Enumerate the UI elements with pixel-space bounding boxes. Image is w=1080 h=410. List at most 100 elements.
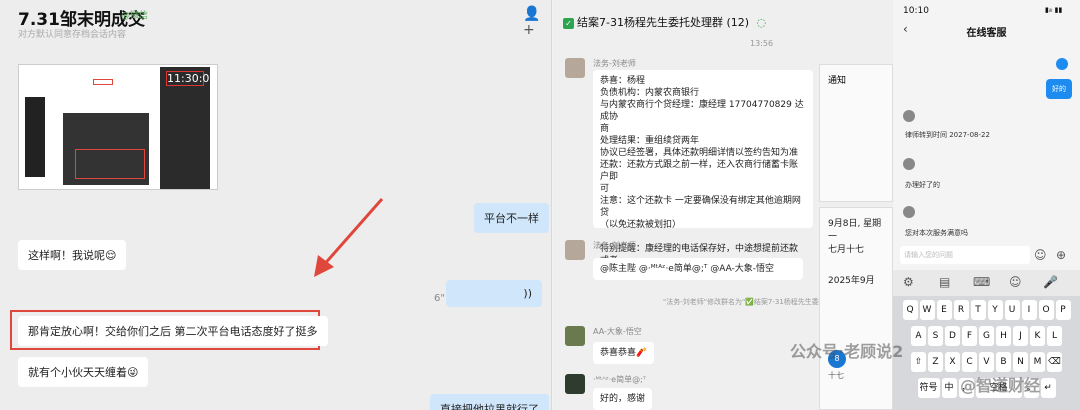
message-bubble[interactable]: @陈主陛 @·ᴹᵗᴬᶻ·e简单@;ᵀ @AA-大象-悟空 [593, 258, 803, 280]
message-bubble[interactable]: 恭喜：杨程 负债机构：内蒙农商银行 与内蒙农商行个贷经理：康经理 177047708… [593, 70, 813, 278]
keyboard-key[interactable]: D [945, 326, 960, 346]
screenshot-lockscreen[interactable]: 11:30:03 [160, 67, 216, 189]
watermark: @智道财经 [960, 376, 1041, 395]
keyboard-key[interactable]: X [945, 352, 960, 372]
highlight-box-small [93, 79, 113, 85]
message-line: 负债机构：内蒙农商银行 [600, 88, 700, 98]
keyboard-row: ⇧ Z X C V B N M ⌫ [893, 352, 1080, 372]
calendar-date: 9月8日, 星期一 [828, 219, 882, 242]
chat-input[interactable]: 请输入您的问题 [900, 246, 1030, 264]
message-line: （以免还款被划扣） [600, 220, 682, 230]
clipboard-icon[interactable]: ▤ [939, 275, 950, 289]
phone-support-panel: 10:10 ▮ᵢₗₗ ▮▮ ‹ 在线客服 好的 律师转到时间 2027-08-2… [893, 0, 1080, 410]
keyboard-key[interactable]: S [928, 326, 943, 346]
message-line: 恭喜：杨程 [600, 76, 646, 86]
message-bubble[interactable]: 直接把他拉黑就行了 [430, 394, 549, 410]
sender-name: 法务-刘老师 [593, 241, 636, 250]
keyboard-row: ASDFGHJKL [893, 326, 1080, 346]
chat-panel-left: 7.31邹末明成交 @微信 对方默认同意存档会话内容 👤+ 11:30:03 平… [0, 0, 552, 410]
calendar-month: 2025年9月 [828, 276, 875, 286]
message-bubble[interactable]: 好的，感谢 [593, 388, 653, 410]
keyboard-icon[interactable]: ⌨ [973, 275, 990, 289]
keyboard-key[interactable]: O [1038, 300, 1054, 320]
voice-icon: )) [523, 287, 532, 300]
voice-icon[interactable]: 🎤 [1043, 275, 1058, 289]
voice-duration: 6" [434, 293, 445, 304]
message-bubble[interactable]: 平台不一样 [474, 203, 549, 233]
keyboard-key[interactable]: H [996, 326, 1011, 346]
avatar [903, 110, 915, 122]
message-line: 处理结果：重组续贷两年 [600, 136, 700, 146]
settings-icon[interactable]: ⚙ [903, 275, 914, 289]
keyboard-key[interactable]: F [962, 326, 977, 346]
keyboard-key[interactable]: I [1021, 300, 1037, 320]
watermark: 公众号·老顾说2 [790, 342, 904, 361]
group-chat-icon[interactable]: ◌ [757, 16, 767, 29]
keyboard-key[interactable]: W [919, 300, 935, 320]
emoji-icon[interactable]: ☺ [1034, 248, 1047, 262]
keyboard-key[interactable]: Y [987, 300, 1003, 320]
keyboard-key[interactable]: E [936, 300, 952, 320]
keyboard-key[interactable]: 符号 [917, 378, 940, 398]
message-bubble[interactable]: 这样啊！我说呢😌 [18, 240, 127, 270]
keyboard-key[interactable]: P [1055, 300, 1071, 320]
keyboard-key[interactable]: B [996, 352, 1011, 372]
check-icon: ✓ [563, 18, 574, 29]
keyboard-key[interactable]: J [1013, 326, 1028, 346]
avatar [903, 206, 915, 218]
keyboard-key[interactable]: M [1030, 352, 1045, 372]
page-title: 在线客服 [966, 28, 1007, 39]
avatar[interactable] [565, 374, 585, 394]
wechat-tag: @微信 [121, 11, 149, 21]
sender-name: ·ᴹᵗᴬᶻ·e简单@;ᵀ [593, 375, 646, 384]
sender-name: AA-大象-悟空 [593, 327, 642, 336]
message-text: 律师转到时间 2027-08-22 [905, 131, 990, 139]
message-line: 可 [600, 184, 610, 194]
keyboard-key[interactable]: A [911, 326, 926, 346]
keyboard-key[interactable]: ⇧ [911, 352, 926, 372]
keyboard-key[interactable]: 中 [941, 378, 957, 398]
avatar[interactable] [565, 326, 585, 346]
keyboard-toolbar: ⚙ ▤ ⌨ ☺ 🎤 [893, 270, 1080, 296]
emoji-icon[interactable]: ☺ [1009, 275, 1022, 289]
keyboard-key[interactable]: N [1013, 352, 1028, 372]
keyboard-key[interactable]: V [979, 352, 994, 372]
keyboard-key[interactable]: R [953, 300, 969, 320]
avatar[interactable] [565, 58, 585, 78]
keyboard-key[interactable]: ↵ [1040, 378, 1056, 398]
message-bubble-highlighted[interactable]: 那肯定放心啊！交给你们之后 第二次平台电话态度好了挺多 [18, 316, 328, 346]
sender-name: 法务-刘老师 [593, 59, 636, 68]
message-line: 注意：这个还款卡 一定要确保没有绑定其他逾期网贷 [600, 196, 801, 218]
keyboard-key[interactable]: G [979, 326, 994, 346]
keyboard-row: QWERTYUIOP [893, 300, 1080, 320]
keyboard-key[interactable]: Q [902, 300, 918, 320]
status-time: 10:10 [903, 6, 929, 16]
voice-message-bubble[interactable]: )) [446, 280, 542, 307]
group-title: 结案7-31杨程先生委托处理群 (12) [577, 16, 750, 29]
message-line: 协议已经签署，具体还款明细详情以签约告知为准 [600, 148, 799, 158]
highlight-box [75, 149, 145, 179]
keyboard-key[interactable]: U [1004, 300, 1020, 320]
keyboard-key[interactable]: C [962, 352, 977, 372]
message-bubble[interactable]: 就有个小伙天天缠着😜 [18, 357, 149, 387]
message-bubble[interactable]: 好的 [1046, 79, 1072, 99]
red-arrow-annotation [314, 198, 384, 277]
avatar [903, 158, 915, 170]
calendar-today-lunar: 十七 [828, 371, 844, 380]
message-text: 办理好了的 [905, 181, 940, 189]
keyboard-key[interactable]: L [1047, 326, 1062, 346]
plus-icon[interactable]: ⊕ [1056, 248, 1066, 262]
add-member-icon[interactable]: 👤+ [523, 6, 551, 38]
keyboard-key[interactable]: ⌫ [1047, 352, 1062, 372]
message-line: 商 [600, 124, 610, 134]
keyboard-key[interactable]: Z [928, 352, 943, 372]
keyboard-key[interactable]: T [970, 300, 986, 320]
notification-title: 通知 [828, 76, 847, 86]
calendar-widget[interactable]: 9月8日, 星期一 七月十七 2025年9月 8 十七 [819, 207, 893, 410]
screenshot-dark-region [25, 97, 45, 177]
status-icons: ▮ᵢₗₗ ▮▮ [1045, 6, 1063, 14]
message-text: 您对本次服务满意吗 [905, 229, 968, 237]
avatar[interactable] [565, 240, 585, 260]
keyboard-key[interactable]: K [1030, 326, 1045, 346]
message-bubble[interactable]: 恭喜恭喜🧨 [593, 342, 655, 364]
